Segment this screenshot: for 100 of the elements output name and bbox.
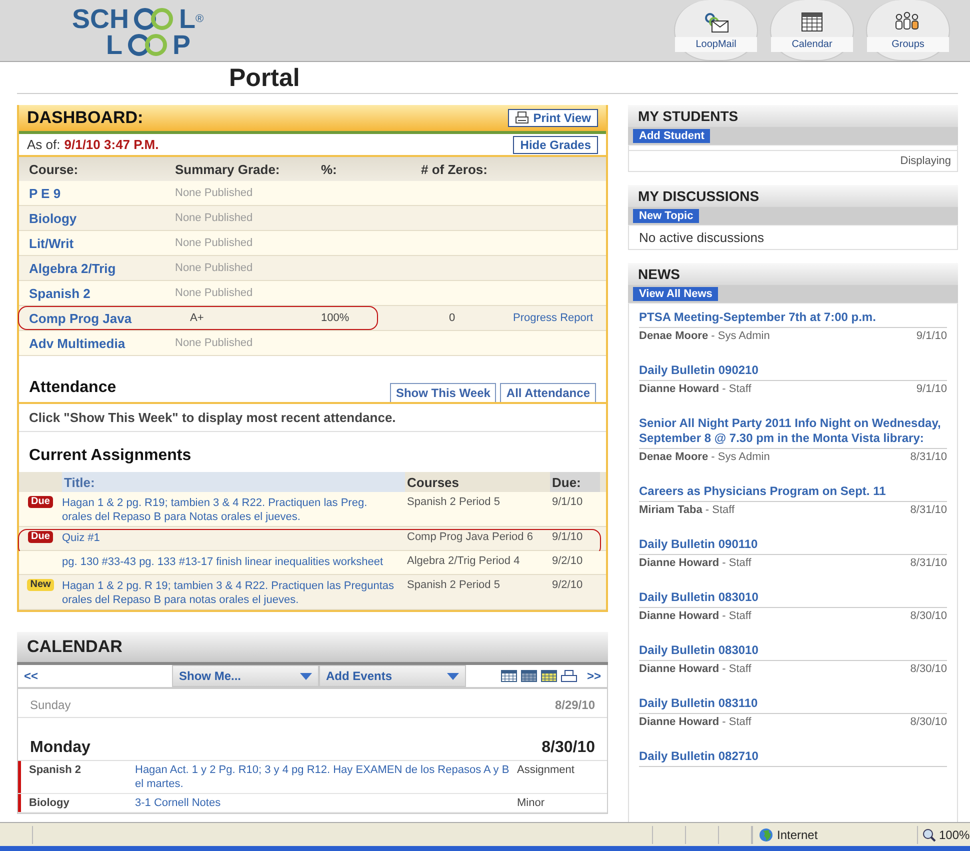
news-byline: Dianne Howard - Staff [639,557,752,569]
news-title-link[interactable]: PTSA Meeting-September 7th at 7:00 p.m. [639,310,947,328]
logo[interactable]: SCH L® L P [72,6,204,58]
due-date: 9/1/10 [551,496,584,508]
summary-grade: None Published [175,262,253,274]
zoom-icon[interactable] [922,828,936,842]
envelope-icon [703,11,729,33]
event-course: Spanish 2 [29,763,82,778]
news-date: 8/31/10 [910,451,947,463]
due-date: 9/2/10 [551,555,584,567]
globe-icon [759,828,773,842]
new-badge: New [27,579,54,591]
news-byline: Denae Moore - Sys Admin [639,451,770,463]
dropdown-caret-icon [447,672,460,680]
assignment-link[interactable]: Hagan 1 & 2 pg. R19; tambien 3 & 4 R22. Practiquen las Preg. orales del Repaso B para Notas orales el jueves. [62,496,405,524]
previous-link[interactable]: << [18,665,44,687]
news-date: 8/30/10 [910,716,947,728]
summary-grade: A+ [189,312,204,324]
calendar-grid-icon[interactable] [520,670,537,682]
nav-button[interactable]: Calendar [770,0,854,61]
column-header: Courses [406,474,460,492]
news-date: 8/31/10 [910,557,947,569]
column-header: Title: [62,472,405,492]
hide-grades-button[interactable]: Hide Grades [513,136,598,154]
news-title-link[interactable]: Daily Bulletin 082710 [639,749,947,767]
news-date: 8/30/10 [910,663,947,675]
news-date: 9/1/10 [916,330,947,342]
news-date: 9/1/10 [916,383,947,395]
news-title-link[interactable]: Daily Bulletin 083010 [639,643,947,661]
column-header: %: [321,162,338,176]
course-link[interactable]: Lit/Writ [29,236,74,250]
section-title: Current Assignments [29,447,192,466]
print-view-button[interactable]: Print View [508,109,598,127]
column-header: # of Zeros: [421,162,488,176]
nav-button[interactable]: LoopMail [674,0,758,61]
news-title-link[interactable]: Daily Bulletin 083110 [639,696,947,714]
assignment-link[interactable]: Quiz #1 [62,531,405,545]
panel-title: MY STUDENTS [628,105,958,127]
dropdown-menu[interactable]: Add Events [319,665,466,687]
grade-percent: 100% [321,312,350,324]
day-name: Sunday [30,698,71,712]
dashboard-title: DASHBOARD: [27,108,144,128]
calendar-grid-icon[interactable] [540,670,557,682]
summary-grade: None Published [175,187,253,199]
next-link[interactable]: >> [580,669,607,683]
progress-report-link[interactable]: Progress Report [513,312,594,324]
event-link[interactable]: 3-1 Cornell Notes [135,796,517,810]
zoom-level[interactable]: 100% [939,828,970,842]
summary-grade: None Published [175,212,253,224]
calendar-grid-icon[interactable] [500,670,517,682]
day-name: Monday [30,739,90,757]
security-zone: Internet [777,828,818,842]
assignment-course: Algebra 2/Trig Period 4 [406,555,521,567]
attendance-button[interactable]: All Attendance [500,383,596,402]
news-title-link[interactable]: Daily Bulletin 083010 [639,590,947,608]
assignment-link[interactable]: Hagan 1 & 2 pg. R 19; tambien 3 & 4 R22. Practiquen las Preguntas orales del Repaso B para notas orales el jueves. [62,579,405,607]
news-byline: Dianne Howard - Staff [639,383,752,395]
course-link[interactable]: Algebra 2/Trig [29,260,116,276]
calendar-icon [799,11,825,33]
course-link[interactable]: Spanish 2 [29,286,90,300]
course-link[interactable]: P E 9 [29,186,61,200]
course-link[interactable]: Comp Prog Java [29,310,132,326]
news-title-link[interactable]: Daily Bulletin 090210 [639,363,947,381]
event-type: Assignment [517,763,576,778]
as-of-timestamp: 9/1/10 3:47 P.M. [64,137,159,152]
attendance-button[interactable]: Show This Week [390,383,496,402]
event-link[interactable]: Hagan Act. 1 y 2 Pg. R10; 3 y 4 pg R12. Hay EXAMEN de los Repasos A y B el martes. [135,763,517,791]
add-student-button[interactable]: Add Student [633,129,710,143]
empty-message: No active discussions [638,229,765,247]
summary-grade: None Published [175,287,253,299]
news-date: 8/31/10 [910,504,947,516]
status-text: Displaying [629,150,957,171]
course-link[interactable]: Biology [29,210,77,226]
assignment-course: Spanish 2 Period 5 [406,579,501,591]
news-title-link[interactable]: Careers as Physicians Program on Sept. 11 [639,484,947,502]
event-course: Biology [29,796,70,810]
course-link[interactable]: Adv Multimedia [29,336,126,350]
printer-icon [515,111,530,125]
day-date: 8/30/10 [542,739,595,757]
nav-button[interactable]: Groups [866,0,950,61]
event-type: Minor [517,796,546,810]
day-date: 8/29/10 [554,698,595,712]
new-topic-button[interactable]: New Topic [633,209,700,223]
summary-grade: None Published [175,337,253,349]
dropdown-menu[interactable]: Show Me... [172,665,320,687]
summary-grade: None Published [175,237,253,249]
attendance-message: Click "Show This Week" to display most recent attendance. [19,402,606,432]
page-title: Portal [229,63,300,93]
column-header: Summary Grade: [175,162,281,176]
view-all-news-button[interactable]: View All News [633,287,718,301]
printer-icon[interactable] [560,670,577,682]
column-header: Course: [29,162,80,176]
assignment-link[interactable]: pg. 130 #33-43 pg. 133 #13-17 finish linear inequalities worksheet [62,555,405,569]
news-byline: Denae Moore - Sys Admin [639,330,770,342]
dropdown-caret-icon [300,672,312,680]
assignment-course: Spanish 2 Period 5 [406,496,501,508]
due-badge: Due [28,496,53,508]
news-title-link[interactable]: Senior All Night Party 2011 Info Night on Wednesday, September 8 @ 7.30 pm in the Monta Vista library: [639,416,947,449]
news-title-link[interactable]: Daily Bulletin 090110 [639,537,947,555]
assignment-course: Comp Prog Java Period 6 [406,531,534,543]
